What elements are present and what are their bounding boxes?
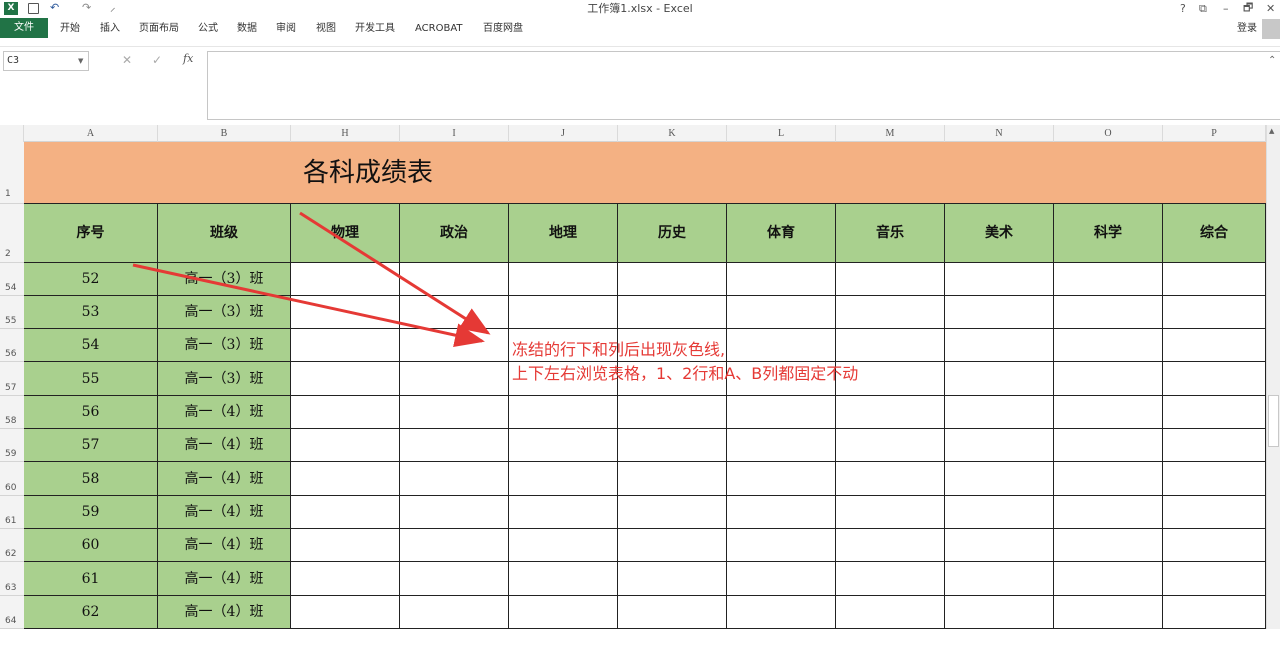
annotation-arrows (132, 211, 491, 347)
arrow-from-row-line (299, 211, 491, 335)
annotation-line-1: 冻结的行下和列后出现灰色线, (512, 340, 726, 359)
annotation-text: 冻结的行下和列后出现灰色线, 上下左右浏览表格，1、2行和A、B列都固定不动 (512, 338, 858, 386)
annotation-line-2: 上下左右浏览表格，1、2行和A、B列都固定不动 (512, 364, 859, 383)
arrow-from-column-line (132, 263, 485, 347)
